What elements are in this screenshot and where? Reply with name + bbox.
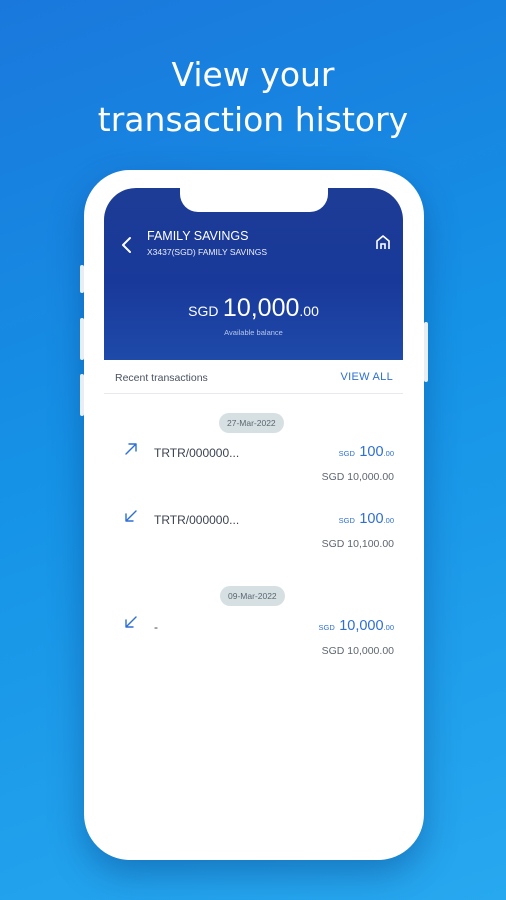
transaction-reference: - xyxy=(154,620,158,634)
amount-value: 10,000 xyxy=(339,618,384,634)
arrow-down-left-icon xyxy=(125,510,137,522)
balance-after: SGD 10,100.00 xyxy=(321,538,394,550)
balance-after: SGD 10,000.00 xyxy=(321,471,394,483)
balance-amount: 10,000 xyxy=(222,294,300,322)
transaction-reference: TRTR/000000... xyxy=(154,513,240,527)
amount-value: 100 xyxy=(359,511,384,527)
balance-currency: SGD xyxy=(188,303,219,319)
amount-currency: SGD xyxy=(338,516,355,525)
phone-volume-down-button xyxy=(80,374,84,416)
phone-side-button xyxy=(80,265,84,293)
amount-value: 100 xyxy=(359,444,384,460)
arrow-up-right-icon xyxy=(125,443,137,455)
transaction-reference: TRTR/000000... xyxy=(154,446,240,460)
amount-decimal: .00 xyxy=(383,516,394,525)
account-header: FAMILY SAVINGS X3437(SGD) FAMILY SAVINGS… xyxy=(104,188,403,360)
date-separator: 09-Mar-2022 xyxy=(220,586,285,606)
headline-line-1: View your xyxy=(171,55,335,94)
arrow-down-left-icon xyxy=(125,616,137,628)
recent-transactions-label: Recent transactions xyxy=(115,372,208,384)
phone-screen: FAMILY SAVINGS X3437(SGD) FAMILY SAVINGS… xyxy=(104,188,403,840)
recent-transactions-bar: Recent transactions VIEW ALL xyxy=(104,360,403,394)
transaction-amount: SGD 100.00 xyxy=(339,443,394,461)
phone-notch xyxy=(180,188,328,212)
amount-currency: SGD xyxy=(338,449,355,458)
amount-decimal: .00 xyxy=(383,623,394,632)
transaction-amount: SGD 10,000.00 xyxy=(318,617,394,635)
back-arrow-icon[interactable] xyxy=(120,236,134,254)
home-icon[interactable] xyxy=(375,234,391,250)
view-all-link[interactable]: VIEW ALL xyxy=(340,371,393,383)
transaction-amount: SGD 100.00 xyxy=(339,510,394,528)
balance-after: SGD 10,000.00 xyxy=(321,645,394,657)
account-subtitle: X3437(SGD) FAMILY SAVINGS xyxy=(147,247,267,257)
account-title: FAMILY SAVINGS xyxy=(147,229,249,243)
phone-power-button xyxy=(424,322,428,382)
available-balance: SGD 10,000.00 xyxy=(104,294,403,323)
amount-currency: SGD xyxy=(318,623,335,632)
balance-decimal: .00 xyxy=(299,303,319,319)
phone-frame: FAMILY SAVINGS X3437(SGD) FAMILY SAVINGS… xyxy=(80,170,428,860)
amount-decimal: .00 xyxy=(383,449,394,458)
promo-headline: View your transaction history xyxy=(0,52,506,142)
balance-label: Available balance xyxy=(224,328,283,337)
phone-volume-up-button xyxy=(80,318,84,360)
date-separator: 27-Mar-2022 xyxy=(219,413,284,433)
headline-line-2: transaction history xyxy=(97,100,409,139)
